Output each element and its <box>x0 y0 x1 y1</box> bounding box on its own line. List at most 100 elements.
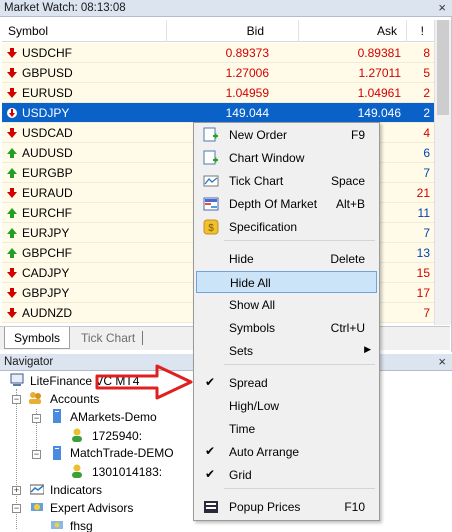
menu-item-high-low[interactable]: High/Low <box>196 395 377 417</box>
bid-price: 1.04959 <box>225 86 269 100</box>
bid-price: 1.27006 <box>225 66 269 80</box>
market-watch-row[interactable]: USDJPY 149.044 149.046 2 <box>2 103 434 123</box>
expert-advisor-item[interactable]: fhsg <box>70 519 93 532</box>
menu-item-auto-arrange[interactable]: ✔ Auto Arrange <box>196 441 377 463</box>
tab-symbols[interactable]: Symbols <box>4 327 71 349</box>
market-watch-row[interactable]: USDCHF 0.89373 0.89381 8 <box>2 43 434 63</box>
spread-value: 6 <box>423 146 430 160</box>
down-arrow-icon <box>7 108 17 118</box>
spread-value: 4 <box>423 126 430 140</box>
menu-item-label: High/Low <box>229 399 280 413</box>
user-icon <box>72 428 82 442</box>
menu-item-hide[interactable]: Hide Delete <box>196 248 377 270</box>
indicators-node[interactable]: Indicators <box>50 483 102 497</box>
menu-item-label: Specification <box>229 220 298 234</box>
up-arrow-icon <box>7 168 17 178</box>
down-arrow-icon <box>7 308 17 318</box>
account-server-2[interactable]: MatchTrade-DEMO <box>70 446 174 460</box>
menu-item-label: Hide <box>229 252 254 266</box>
menu-item-tick-chart[interactable]: Tick Chart Space <box>196 170 377 192</box>
menu-item-label: Time <box>229 422 256 436</box>
symbol-name: CADJPY <box>22 266 70 280</box>
up-arrow-icon <box>7 208 17 218</box>
checkmark-icon: ✔ <box>205 444 216 458</box>
account-id-1[interactable]: 1725940: <box>92 429 142 443</box>
menu-item-label: Depth Of Market <box>229 197 318 211</box>
collapse-toggle[interactable]: − <box>12 395 21 404</box>
down-arrow-icon <box>7 68 17 78</box>
close-icon[interactable]: × <box>438 354 446 370</box>
expand-toggle[interactable]: + <box>12 486 21 495</box>
user-icon <box>72 464 82 478</box>
ask-price: 149.046 <box>357 106 401 120</box>
spread-value: 8 <box>423 46 430 60</box>
menu-item-label: Spread <box>229 376 268 390</box>
collapse-toggle[interactable]: − <box>32 450 41 459</box>
server-icon <box>53 409 61 423</box>
market-watch-row[interactable]: EURUSD 1.04959 1.04961 2 <box>2 83 434 103</box>
column-symbol[interactable]: Symbol <box>8 24 48 38</box>
menu-item-shortcut: Alt+B <box>335 197 365 211</box>
menu-item-shortcut: F9 <box>350 128 365 142</box>
symbol-name: EURGBP <box>22 166 73 180</box>
tab-tick-chart[interactable]: Tick Chart <box>72 327 144 349</box>
menu-item-hide-all[interactable]: Hide All <box>196 271 377 293</box>
market-watch-header: Symbol Bid Ask ! <box>2 20 434 42</box>
symbol-name: USDCHF <box>22 46 72 60</box>
spread-value: 2 <box>423 86 430 100</box>
menu-item-label: Chart Window <box>229 151 305 165</box>
menu-item-shortcut: Delete <box>330 252 365 266</box>
menu-item-time[interactable]: Time <box>196 418 377 440</box>
menu-item-grid[interactable]: ✔ Grid <box>196 464 377 486</box>
down-arrow-icon <box>7 88 17 98</box>
column-spread[interactable]: ! <box>421 24 424 38</box>
menu-item-new-order[interactable]: New Order F9 <box>196 124 377 146</box>
tab-divider <box>142 331 143 345</box>
symbol-name: AUDNZD <box>22 306 72 320</box>
symbol-name: GBPJPY <box>22 286 70 300</box>
spread-value: 7 <box>423 166 430 180</box>
expert-advisors-icon <box>31 503 43 511</box>
ask-price: 1.04961 <box>357 86 401 100</box>
column-bid[interactable]: Bid <box>247 24 264 38</box>
collapse-toggle[interactable]: − <box>12 504 21 513</box>
symbol-name: EURCHF <box>22 206 72 220</box>
menu-item-show-all[interactable]: Show All <box>196 294 377 316</box>
menu-item-spread[interactable]: ✔ Spread <box>196 372 377 394</box>
spread-value: 15 <box>416 266 430 280</box>
bid-price: 0.89373 <box>225 46 269 60</box>
annotation-arrow-icon <box>95 364 193 400</box>
up-arrow-icon <box>7 148 17 158</box>
menu-item-label: Hide All <box>230 276 271 290</box>
scrollbar-thumb[interactable] <box>437 20 449 115</box>
account-server-1[interactable]: AMarkets-Demo <box>70 410 157 424</box>
ask-price: 1.27011 <box>358 66 402 80</box>
account-id-2[interactable]: 1301014183: <box>92 465 162 479</box>
collapse-toggle[interactable]: − <box>32 414 41 423</box>
chart-window-icon <box>203 150 218 165</box>
close-icon[interactable]: × <box>438 0 446 16</box>
menu-item-specification[interactable]: $ Specification <box>196 216 377 238</box>
symbol-name: EURJPY <box>22 226 70 240</box>
vertical-scrollbar[interactable] <box>434 20 451 325</box>
menu-item-shortcut: F10 <box>344 500 365 514</box>
menu-item-sets[interactable]: Sets ▶ <box>196 340 377 362</box>
accounts-node[interactable]: Accounts <box>50 392 99 406</box>
expert-advisors-node[interactable]: Expert Advisors <box>50 501 133 515</box>
column-ask[interactable]: Ask <box>377 24 397 38</box>
symbol-name: USDJPY <box>22 106 70 120</box>
symbol-name: EURUSD <box>22 86 73 100</box>
spread-value: 17 <box>416 286 430 300</box>
market-watch-row[interactable]: GBPUSD 1.27006 1.27011 5 <box>2 63 434 83</box>
spread-value: 13 <box>416 246 430 260</box>
menu-item-depth-of-market[interactable]: Depth Of Market Alt+B <box>196 193 377 215</box>
submenu-arrow-icon: ▶ <box>364 344 371 354</box>
menu-item-popup-prices[interactable]: Popup Prices F10 <box>196 496 377 518</box>
menu-item-symbols[interactable]: Symbols Ctrl+U <box>196 317 377 339</box>
depth-of-market-icon <box>203 197 219 211</box>
symbol-name: AUDUSD <box>22 146 73 160</box>
menu-item-chart-window[interactable]: Chart Window <box>196 147 377 169</box>
new-order-icon <box>203 127 218 142</box>
accounts-icon <box>29 392 41 404</box>
spread-value: 7 <box>423 306 430 320</box>
